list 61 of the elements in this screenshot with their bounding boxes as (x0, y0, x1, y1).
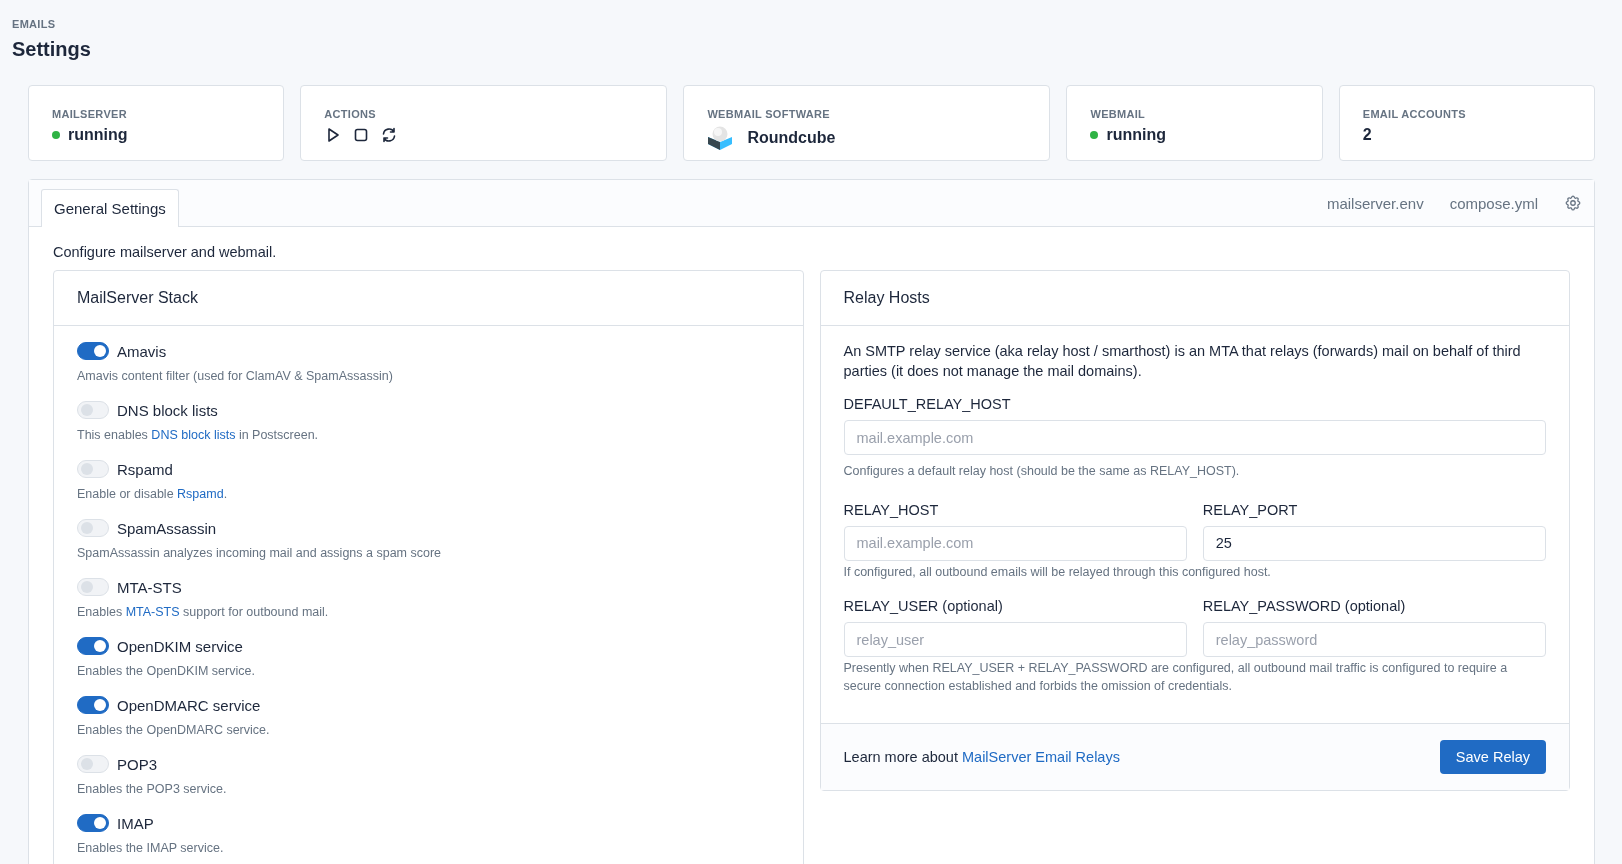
toggle-description: Enables MTA-STS support for outbound mail. (77, 605, 330, 619)
doc-link[interactable]: MailServer Email Relays (962, 749, 1120, 766)
field-label: DEFAULT_RELAY_HOST (843, 396, 1011, 413)
footer-text: Learn more about MailServer Email Relays (843, 749, 1120, 766)
input-field[interactable]: relay_password (1202, 622, 1546, 658)
toggle-description: Enables the POP3 service. (77, 782, 228, 796)
breadcrumb: EMAILS (12, 18, 56, 30)
file-link[interactable]: mailserver.env (1326, 194, 1424, 212)
stat-label: WEBMAIL (1090, 108, 1146, 120)
card-title: MailServer Stack (77, 289, 198, 307)
doc-link[interactable]: MTA-STS (125, 605, 180, 619)
toggle-switch[interactable] (77, 342, 109, 360)
toggle-label: SpamAssassin (117, 519, 217, 537)
status-text: running (68, 126, 128, 144)
toggle-label: OpenDKIM service (117, 637, 243, 655)
webmail-logo-icon (707, 126, 734, 150)
help-text: If configured, all outbound emails will be relayed through this configured host. (843, 563, 1272, 581)
help-text: Presently when RELAY_USER + RELAY_PASSWORD are configured, all outbound mail traffic is configured to require a secure connection established and forbids the omission of credentials. (843, 660, 1509, 695)
input-field[interactable]: 25 (1202, 525, 1546, 561)
toggle-label: IMAP (117, 814, 154, 832)
tab[interactable]: General Settings (41, 189, 179, 227)
toggle-description: Enables the OpenDKIM service. (77, 664, 256, 678)
field-label: RELAY_PORT (1202, 501, 1298, 518)
toggle-label: OpenDMARC service (117, 696, 261, 714)
field-label: RELAY_HOST (843, 501, 939, 518)
toggle-description: Amavis content filter (used for ClamAV & SpamAssassin) (77, 369, 394, 383)
toggle-description: Enable or disable Rspamd. (77, 487, 229, 501)
software-name: Roundcube (747, 129, 836, 147)
toggle-description: This enables DNS block lists in Postscreen. (77, 428, 320, 442)
stat-label: MAILSERVER (52, 108, 127, 120)
status-text: running (1106, 126, 1167, 144)
help-text: Configures a default relay host (should be the same as RELAY_HOST). (843, 463, 1241, 481)
stat-label: EMAIL ACCOUNTS (1362, 108, 1466, 120)
toggle-switch[interactable] (77, 814, 109, 832)
input-field[interactable]: relay_user (843, 622, 1187, 658)
toggle-label: DNS block lists (117, 401, 218, 419)
account-count: 2 (1362, 126, 1372, 144)
input-field[interactable]: mail.example.com (843, 420, 1546, 456)
field-label: RELAY_USER (optional) (843, 598, 1003, 615)
intro-text: Configure mailserver and webmail. (53, 244, 277, 260)
toggle-switch[interactable] (77, 696, 109, 714)
settings-icon[interactable] (1564, 194, 1582, 212)
stat-label: ACTIONS (324, 108, 376, 120)
toggle-label: MTA-STS (117, 578, 182, 596)
doc-link[interactable]: DNS block lists (151, 428, 236, 442)
toggle-label: Rspamd (117, 460, 173, 478)
input-field[interactable]: mail.example.com (843, 525, 1187, 561)
toggle-label: Amavis (117, 342, 167, 360)
page-title: Settings (12, 38, 92, 61)
toggle-description: Enables the IMAP service. (77, 841, 225, 855)
relay-description: An SMTP relay service (aka relay host / smarthost) is an MTA that relays (forwards) mail on behalf of third parties (it does not manage the mail domains). (843, 342, 1522, 381)
card-title: Relay Hosts (843, 289, 930, 307)
toggle-description: Enables the OpenDMARC service. (77, 723, 271, 737)
field-label: RELAY_PASSWORD (optional) (1202, 598, 1406, 615)
doc-link[interactable]: Rspamd (177, 487, 224, 501)
toggle-label: POP3 (117, 755, 158, 773)
toggle-description: SpamAssassin analyzes incoming mail and assigns a spam score (77, 546, 443, 560)
toggle-switch[interactable] (77, 637, 109, 655)
save-button[interactable]: Save Relay (1439, 740, 1546, 775)
stat-label: WEBMAIL SOFTWARE (707, 108, 830, 120)
file-link[interactable]: compose.yml (1449, 194, 1538, 212)
